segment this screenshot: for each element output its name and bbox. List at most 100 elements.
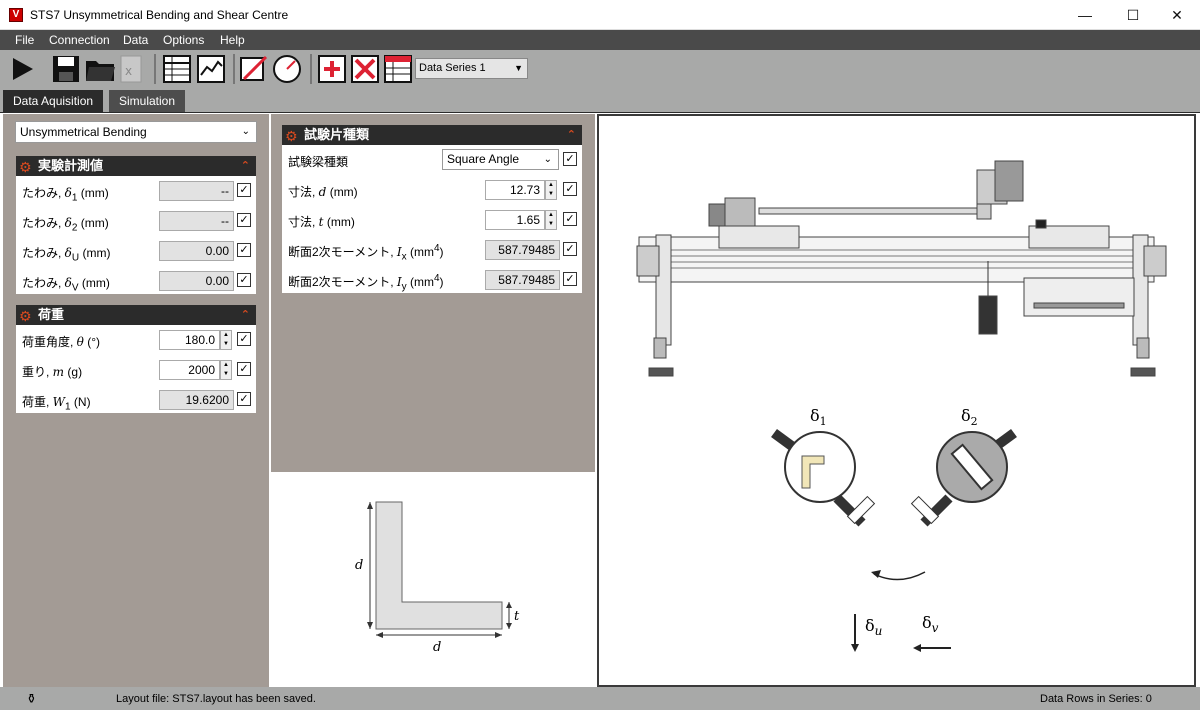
tab-data-aquisition[interactable]: Data Aquisition (3, 90, 104, 112)
beam-type-select[interactable]: Square Angle ⌄ (442, 149, 559, 170)
specimen-row: 断面2次モーメント, Ix (mm4) 587.79485 ✓ (282, 235, 582, 265)
load-value: 19.6200 (159, 390, 234, 410)
collapse-icon[interactable]: ⌃ (241, 156, 250, 176)
specimen-checkbox[interactable]: ✓ (563, 182, 577, 196)
menu-help[interactable]: Help (220, 33, 245, 47)
play-icon[interactable] (6, 53, 38, 85)
load-row: 重り, m (g) 2000 ▲ ▼ ✓ (16, 355, 256, 385)
measurement-checkbox[interactable]: ✓ (237, 213, 251, 227)
specimen-title: 試験片種類 (304, 127, 370, 142)
measurement-label: たわみ, δU (mm) (22, 246, 111, 264)
stepper-icon[interactable]: ▲ ▼ (545, 210, 557, 230)
second-moment-y-value: 587.79485 (485, 270, 560, 290)
measurements-title: 実験計測値 (38, 158, 104, 173)
table-edit-icon[interactable] (382, 53, 414, 85)
measurement-row: たわみ, δ2 (mm) -- ✓ (16, 206, 256, 236)
beam-type-row: 試験梁種類 Square Angle ⌄ ✓ (282, 145, 582, 175)
mode-select-value: Unsymmetrical Bending (20, 125, 147, 139)
measurement-value: -- (159, 181, 234, 201)
stepper-icon[interactable]: ▲ ▼ (220, 360, 232, 380)
gauge-1-drawing: δ1 (771, 406, 876, 527)
stepper-icon[interactable]: ▲ ▼ (545, 180, 557, 200)
collapse-icon[interactable]: ⌃ (241, 305, 250, 325)
mode-select[interactable]: Unsymmetrical Bending ⌄ (15, 121, 257, 143)
beam-type-label: 試験梁種類 (288, 155, 349, 169)
open-folder-icon[interactable] (84, 53, 116, 85)
left-clamp (718, 225, 800, 249)
rotation-arrow (873, 571, 926, 581)
load-title: 荷重 (38, 307, 65, 322)
edit-tool-icon[interactable] (238, 53, 270, 85)
specimen-row: 断面2次モーメント, Iy (mm4) 587.79485 ✓ (282, 265, 582, 295)
minimize-button[interactable]: — (1062, 0, 1108, 30)
dimension-d-label: d (355, 558, 363, 573)
specimen-row: 寸法, d (mm) 12.73 ▲ ▼ ✓ (282, 175, 582, 205)
stepper-icon[interactable]: ▲ ▼ (220, 330, 232, 350)
menu-options[interactable]: Options (163, 33, 204, 47)
toolbar: x Data Series 1 ▼ (0, 50, 1200, 88)
specimen-panel-header[interactable]: ⚙ 試験片種類 ⌃ (282, 125, 582, 145)
measurement-value: 0.00 (159, 271, 234, 291)
menu-file[interactable]: File (15, 33, 34, 47)
gauge-1-label: δ1 (810, 406, 827, 428)
svg-text:x: x (125, 64, 132, 78)
specimen-checkbox[interactable]: ✓ (563, 242, 577, 256)
load-checkbox[interactable]: ✓ (237, 392, 251, 406)
apparatus-panel: δ1 δ2 δu δv (597, 114, 1196, 687)
gauge-icon[interactable] (271, 53, 303, 85)
beam-type-value: Square Angle (447, 152, 520, 166)
specimen-checkbox[interactable]: ✓ (563, 212, 577, 226)
close-button[interactable]: ✕ (1154, 0, 1200, 30)
mass-input[interactable]: 2000 (159, 360, 220, 380)
measurement-checkbox[interactable]: ✓ (237, 273, 251, 287)
window-title: STS7 Unsymmetrical Bending and Shear Cen… (30, 8, 289, 22)
delete-row-icon[interactable] (349, 53, 381, 85)
data-series-select[interactable]: Data Series 1 ▼ (415, 58, 528, 79)
middle-column: ⚙ 試験片種類 ⌃ 試験梁種類 Square Angle ⌄ ✓ 寸法, d (… (271, 114, 595, 687)
specimen-label: 断面2次モーメント, Iy (mm4) (288, 273, 444, 293)
specimen-panel: ⚙ 試験片種類 ⌃ 試験梁種類 Square Angle ⌄ ✓ 寸法, d (… (282, 125, 582, 293)
excel-export-icon[interactable]: x (115, 53, 147, 85)
specimen-checkbox[interactable]: ✓ (563, 272, 577, 286)
dimension-d-label: d (433, 640, 441, 655)
gear-icon: ⚙ (285, 128, 298, 144)
load-checkbox[interactable]: ✓ (237, 362, 251, 376)
save-icon[interactable] (50, 53, 82, 85)
right-clamp (1028, 225, 1110, 249)
measurements-panel-header[interactable]: ⚙ 実験計測値 ⌃ (16, 156, 256, 176)
measurement-checkbox[interactable]: ✓ (237, 243, 251, 257)
measurement-value: 0.00 (159, 241, 234, 261)
load-angle-input[interactable]: 180.0 (159, 330, 220, 350)
load-row: 荷重, W1 (N) 19.6200 ✓ (16, 385, 256, 415)
menu-connection[interactable]: Connection (49, 33, 110, 47)
load-panel: ⚙ 荷重 ⌃ 荷重角度, θ (°) 180.0 ▲ ▼ ✓ 重り, m (g) … (16, 305, 256, 413)
measurement-row: たわみ, δ1 (mm) -- ✓ (16, 176, 256, 206)
status-message: Layout file: STS7.layout has been saved. (116, 693, 316, 705)
tab-simulation[interactable]: Simulation (109, 90, 186, 112)
table-view-icon[interactable] (161, 53, 193, 85)
chevron-down-icon: ⌄ (241, 126, 250, 137)
data-series-value: Data Series 1 (419, 62, 486, 74)
test-rig-drawing (636, 160, 1167, 377)
load-panel-header[interactable]: ⚙ 荷重 ⌃ (16, 305, 256, 325)
add-row-icon[interactable] (316, 53, 348, 85)
dimension-d-input[interactable]: 12.73 (485, 180, 545, 200)
beam-type-checkbox[interactable]: ✓ (563, 152, 577, 166)
status-bar: ⚱ Layout file: STS7.layout has been save… (0, 687, 1200, 710)
dimension-t-input[interactable]: 1.65 (485, 210, 545, 230)
measurement-row: たわみ, δV (mm) 0.00 ✓ (16, 266, 256, 296)
maximize-button[interactable]: ☐ (1110, 0, 1156, 30)
menu-bar: File Connection Data Options Help (0, 30, 1200, 50)
chart-view-icon[interactable] (195, 53, 227, 85)
load-label: 荷重角度, θ (°) (22, 335, 101, 349)
specimen-label: 断面2次モーメント, Ix (mm4) (288, 243, 444, 263)
toolbar-separator (154, 54, 156, 84)
main-area: Unsymmetrical Bending ⌄ ⚙ 実験計測値 ⌃ たわみ, δ… (0, 112, 1200, 687)
load-row: 荷重角度, θ (°) 180.0 ▲ ▼ ✓ (16, 325, 256, 355)
measurement-checkbox[interactable]: ✓ (237, 183, 251, 197)
digital-readout-box (1023, 277, 1135, 317)
menu-data[interactable]: Data (123, 33, 148, 47)
collapse-icon[interactable]: ⌃ (567, 125, 576, 145)
load-label: 荷重, W1 (N) (22, 395, 91, 413)
load-checkbox[interactable]: ✓ (237, 332, 251, 346)
